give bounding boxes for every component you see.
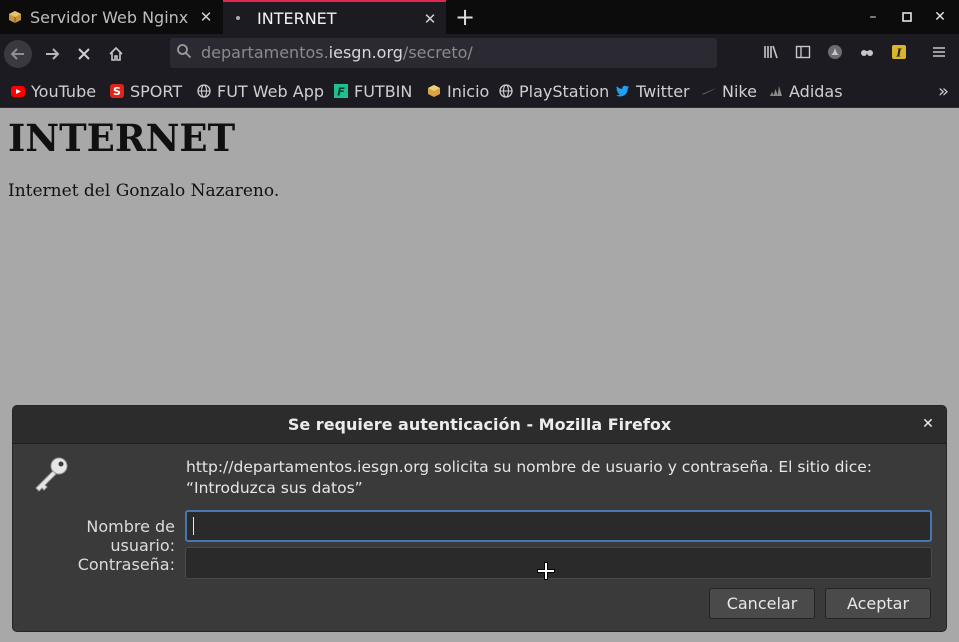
bookmark-sport[interactable]: S SPORT <box>110 81 182 101</box>
tab-nginx[interactable]: Servidor Web Nginx | ✕ <box>0 0 222 34</box>
globe-icon <box>499 84 513 98</box>
accept-button[interactable]: Aceptar <box>825 588 931 619</box>
cancel-button[interactable]: Cancelar <box>709 588 815 619</box>
bookmarks-toolbar: YouTube S SPORT FUT Web App F FUTBIN Ini… <box>0 74 959 108</box>
bookmark-label: Twitter <box>636 81 690 101</box>
twitter-icon <box>616 84 630 98</box>
library-icon[interactable] <box>762 44 780 62</box>
username-field[interactable] <box>185 510 932 542</box>
bookmark-label: YouTube <box>31 81 97 101</box>
url-path: /secreto/ <box>402 43 473 62</box>
adidas-icon <box>769 84 783 98</box>
futbin-icon: F <box>334 84 348 98</box>
bookmark-label: SPORT <box>130 81 183 101</box>
dialog-header: Se requiere autenticación - Mozilla Fire… <box>13 406 946 444</box>
sport-icon: S <box>110 84 124 98</box>
new-tab-button[interactable]: + <box>452 4 478 30</box>
loading-dot-icon <box>231 11 245 25</box>
password-label: Contraseña: <box>77 555 175 574</box>
bookmark-label: Nike <box>722 81 757 101</box>
mask-extension-icon[interactable] <box>858 44 876 62</box>
close-tab-icon[interactable]: ✕ <box>198 9 214 25</box>
dialog-title: Se requiere autenticación - Mozilla Fire… <box>287 415 672 434</box>
forward-button[interactable] <box>38 40 66 68</box>
url-text: departamentos.iesgn.org/secreto/ <box>201 43 473 62</box>
bookmark-label: FUTBIN <box>354 81 413 101</box>
close-icon[interactable]: ✕ <box>920 416 936 432</box>
bookmark-futbin[interactable]: F FUTBIN <box>334 81 412 101</box>
bookmark-fut-web-app[interactable]: FUT Web App <box>197 81 324 101</box>
svg-text:I: I <box>895 47 902 60</box>
nginx-cube-icon <box>8 10 22 24</box>
bookmark-inicio[interactable]: Inicio <box>427 81 489 101</box>
youtube-icon <box>11 84 25 98</box>
bookmark-label: PlayStation <box>519 81 610 101</box>
bookmark-adidas[interactable]: Adidas <box>769 81 843 101</box>
bookmark-label: Inicio <box>447 81 490 101</box>
home-button[interactable] <box>102 40 130 68</box>
search-icon <box>176 43 194 61</box>
dialog-message: http://departamentos.iesgn.org solicita … <box>186 458 872 497</box>
navigation-bar: departamentos.iesgn.org/secreto/ I <box>0 34 959 74</box>
tab-strip: Servidor Web Nginx | ✕ INTERNET ✕ + – ✕ <box>0 0 959 34</box>
more-bookmarks-chevron-icon[interactable]: » <box>938 81 949 102</box>
tab-title: Servidor Web Nginx | <box>30 7 190 27</box>
globe-icon <box>197 84 211 98</box>
minimize-icon[interactable]: – <box>865 9 881 25</box>
tab-title: INTERNET <box>257 8 337 28</box>
page-text: Internet del Gonzalo Nazareno. <box>8 181 280 201</box>
url-prefix: departamentos. <box>201 43 329 62</box>
auth-dialog: Se requiere autenticación - Mozilla Fire… <box>12 405 947 632</box>
menu-icon[interactable] <box>930 44 948 62</box>
bookmark-label: Adidas <box>789 81 843 101</box>
maximize-icon[interactable] <box>899 9 915 25</box>
svg-text:F: F <box>337 86 345 99</box>
bookmark-playstation[interactable]: PlayStation <box>499 81 609 101</box>
close-tab-icon[interactable]: ✕ <box>422 11 438 27</box>
cube-icon <box>427 84 441 98</box>
page-title: INTERNET <box>8 116 236 160</box>
url-bar[interactable]: departamentos.iesgn.org/secreto/ <box>170 38 717 68</box>
crosshair-cursor-icon <box>536 561 556 581</box>
tab-internet[interactable]: INTERNET ✕ <box>223 0 446 34</box>
extension-badge-icon[interactable]: I <box>890 44 908 62</box>
username-label: Nombre de usuario: <box>86 517 175 555</box>
sidebar-icon[interactable] <box>794 44 812 62</box>
bookmark-nike[interactable]: Nike <box>702 81 757 101</box>
password-field[interactable] <box>185 547 932 579</box>
stop-loading-button[interactable] <box>70 40 98 68</box>
key-icon <box>31 456 71 492</box>
extension-icon[interactable] <box>826 44 844 62</box>
nike-icon <box>702 84 716 98</box>
url-domain: iesgn.org <box>328 43 403 62</box>
back-button[interactable] <box>4 40 32 68</box>
close-window-icon[interactable]: ✕ <box>932 9 948 25</box>
svg-text:S: S <box>113 85 121 98</box>
bookmark-youtube[interactable]: YouTube <box>11 81 96 101</box>
bookmark-twitter[interactable]: Twitter <box>616 81 690 101</box>
text-caret <box>193 517 194 535</box>
bookmark-label: FUT Web App <box>217 81 324 101</box>
